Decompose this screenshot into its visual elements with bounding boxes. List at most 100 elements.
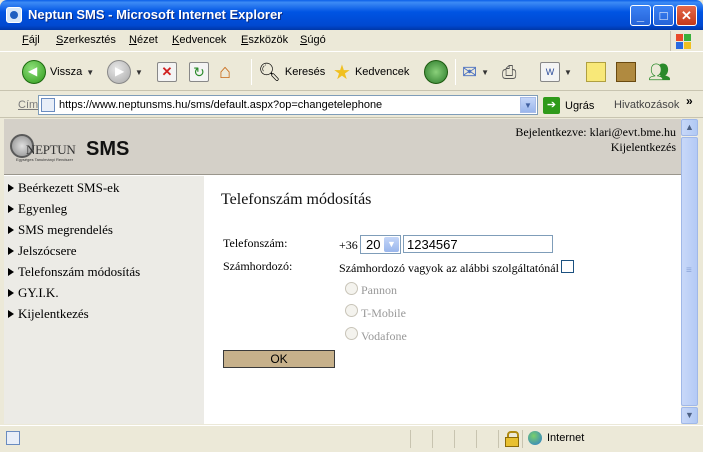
refresh-button[interactable]: ↻ (189, 59, 209, 85)
chevron-down-icon[interactable]: ▼ (135, 68, 143, 77)
forward-button[interactable]: ▼ (107, 59, 143, 85)
area-code-value: 20 (366, 237, 381, 252)
chevron-down-icon[interactable]: ▼ (86, 68, 94, 77)
standard-toolbar: Vissza ▼ ▼ ✕ ↻ ⌂ 🔍︎ Keresés ★ Kedvencek … (0, 53, 703, 91)
address-input[interactable]: https://www.neptunsms.hu/sms/default.asp… (38, 95, 538, 115)
search-icon: 🔍︎ (258, 61, 281, 82)
logo-text: NEPTUN (26, 142, 76, 157)
title-bar[interactable]: Neptun SMS - Microsoft Internet Explorer… (0, 0, 703, 30)
radio-tmobile[interactable] (345, 304, 358, 317)
arrow-right-icon (8, 268, 14, 276)
notes-icon (586, 62, 606, 82)
back-button[interactable]: Vissza ▼ (22, 59, 94, 85)
logged-in-text: Bejelentkezve: klari@evt.bme.hu (515, 125, 676, 139)
sidebar-item-label: Telefonszám módosítás (18, 264, 141, 279)
menu-edit[interactable]: Szerkesztés (56, 34, 116, 46)
arrow-right-icon (8, 247, 14, 255)
carrier-checkbox-label: Számhordozó vagyok az alábbi szolgáltató… (339, 261, 559, 275)
forward-arrow-icon (107, 60, 131, 84)
chevron-down-icon[interactable]: ▼ (520, 97, 536, 113)
research-button[interactable] (616, 59, 636, 85)
main-content: Telefonszám módosítás Telefonszám: +36 2… (204, 176, 681, 424)
user-info: Bejelentkezve: klari@evt.bme.hu Kijelent… (515, 125, 676, 155)
radio-tmobile-label: T-Mobile (361, 306, 406, 320)
minimize-button[interactable]: _ (630, 5, 651, 26)
arrow-right-icon (8, 289, 14, 297)
page-title: Telefonszám módosítás (221, 191, 372, 208)
menu-help[interactable]: Súgó (300, 34, 326, 46)
ie-page-icon (6, 7, 22, 23)
links-toolbar[interactable]: Hivatkozások (614, 99, 679, 111)
neptun-logo[interactable]: NEPTUN SMS Egységes Tanulmányi Rendszer (10, 132, 130, 166)
windows-logo-icon (670, 31, 692, 51)
menu-view[interactable]: Nézet (129, 34, 158, 46)
logo-tagline: Egységes Tanulmányi Rendszer (16, 157, 74, 162)
sidebar-item-faq[interactable]: GY.I.K. (8, 285, 59, 301)
header-logout-link[interactable]: Kijelentkezés (515, 140, 676, 155)
print-icon: ⎙ (502, 61, 517, 82)
carrier-checkbox[interactable] (561, 260, 574, 273)
logo-sms: SMS (86, 138, 130, 160)
arrow-right-icon (8, 184, 14, 192)
radio-vodafone-label: Vodafone (361, 329, 407, 343)
print-button[interactable]: ⎙ (502, 59, 516, 85)
favorites-button[interactable]: ★ Kedvencek (333, 59, 409, 85)
menu-tools[interactable]: Eszközök (241, 34, 288, 46)
vertical-scrollbar[interactable]: ▲ ▼ (681, 119, 698, 424)
security-zone: Internet (547, 432, 585, 444)
mail-icon: ✉ (462, 61, 478, 82)
chevron-down-icon[interactable]: ▼ (384, 237, 399, 252)
chevron-down-icon[interactable]: ▼ (564, 68, 572, 77)
arrow-right-icon (8, 205, 14, 213)
mail-button[interactable]: ✉ ▼ (462, 59, 489, 85)
phone-number-input[interactable]: 1234567 (403, 235, 553, 253)
arrow-right-icon (8, 310, 14, 318)
sidebar-item-password[interactable]: Jelszócsere (8, 243, 76, 259)
stop-icon: ✕ (157, 62, 177, 82)
sidebar-item-label: Beérkezett SMS-ek (18, 180, 120, 195)
scroll-down-button[interactable]: ▼ (681, 407, 698, 424)
history-button[interactable] (424, 59, 448, 85)
close-button[interactable]: ✕ (676, 5, 697, 26)
edit-button[interactable]: W ▼ (540, 59, 572, 85)
notes-button[interactable] (586, 59, 606, 85)
lock-icon[interactable] (505, 431, 519, 447)
scroll-thumb[interactable] (681, 137, 698, 406)
address-label: Cím (18, 99, 39, 111)
chevron-down-icon[interactable]: ▼ (481, 68, 489, 77)
history-icon (424, 60, 448, 84)
search-button[interactable]: 🔍︎ Keresés (258, 59, 325, 85)
menu-file[interactable]: Fájl (22, 34, 40, 46)
radio-vodafone[interactable] (345, 327, 358, 340)
sidebar-item-phone[interactable]: Telefonszám módosítás (8, 264, 140, 280)
scroll-up-button[interactable]: ▲ (681, 119, 698, 136)
arrow-right-icon (8, 226, 14, 234)
phone-label: Telefonszám: (223, 236, 288, 250)
messenger-button[interactable]: 👥︎ (648, 59, 671, 85)
sidebar-item-incoming[interactable]: Beérkezett SMS-ek (8, 180, 119, 196)
favorites-star-icon: ★ (333, 61, 351, 84)
menu-bar: Fájl Szerkesztés Nézet Kedvencek Eszközö… (0, 30, 703, 52)
menu-favorites[interactable]: Kedvencek (172, 34, 226, 46)
address-url[interactable]: https://www.neptunsms.hu/sms/default.asp… (59, 99, 382, 111)
home-button[interactable]: ⌂ (219, 59, 231, 85)
maximize-button[interactable]: □ (653, 5, 674, 26)
radio-pannon-label: Pannon (361, 283, 397, 297)
sidebar-item-label: Egyenleg (18, 201, 68, 216)
sidebar-item-balance[interactable]: Egyenleg (8, 201, 67, 217)
favorites-label: Kedvencek (354, 66, 410, 78)
radio-pannon[interactable] (345, 282, 358, 295)
carrier-label: Számhordozó: (223, 259, 293, 273)
page-icon (41, 98, 55, 112)
ok-button[interactable]: OK (223, 350, 335, 368)
sidebar-item-label: Kijelentkezés (18, 306, 89, 321)
area-code-select[interactable]: 20 ▼ (360, 235, 401, 254)
stop-button[interactable]: ✕ (157, 59, 177, 85)
go-button[interactable]: ➔ Ugrás (543, 97, 594, 114)
back-arrow-icon (22, 60, 46, 84)
chevron-right-icon[interactable]: » (686, 94, 693, 108)
sidebar-item-logout[interactable]: Kijelentkezés (8, 306, 89, 322)
home-icon: ⌂ (219, 60, 232, 83)
sidebar-item-order[interactable]: SMS megrendelés (8, 222, 113, 238)
messenger-icon: 👥︎ (648, 61, 671, 82)
